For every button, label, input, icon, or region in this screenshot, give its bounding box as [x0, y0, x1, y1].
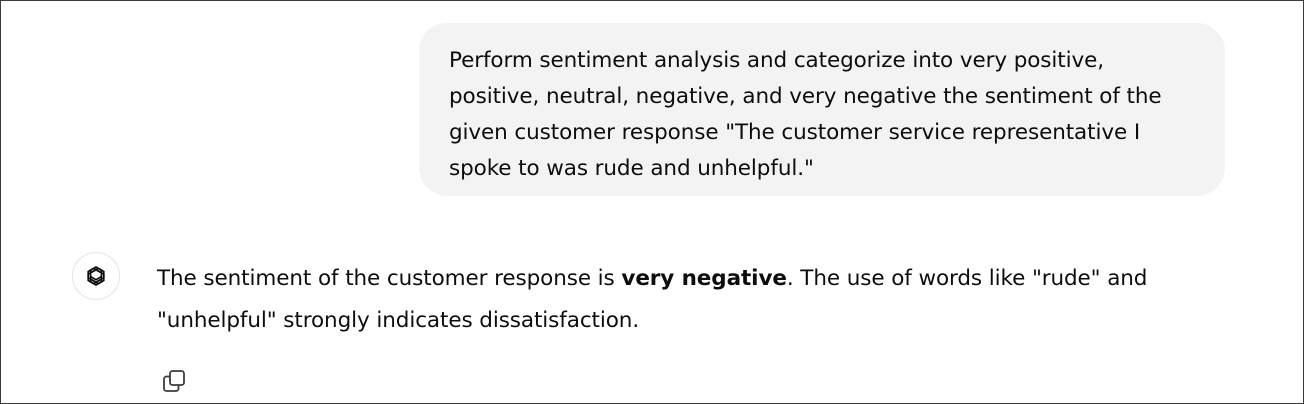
sentiment-result: very negative	[621, 266, 787, 291]
copy-button[interactable]	[157, 365, 191, 397]
assistant-avatar	[72, 252, 120, 300]
chat-window: Perform sentiment analysis and categoriz…	[0, 0, 1304, 404]
openai-logo-icon	[87, 266, 105, 286]
copy-icon	[163, 370, 185, 392]
user-message-bubble: Perform sentiment analysis and categoriz…	[419, 23, 1225, 196]
assistant-message-text-part1: The sentiment of the customer response i…	[157, 266, 622, 291]
assistant-message: The sentiment of the customer response i…	[157, 258, 1217, 342]
user-message-text: Perform sentiment analysis and categoriz…	[449, 48, 1162, 181]
